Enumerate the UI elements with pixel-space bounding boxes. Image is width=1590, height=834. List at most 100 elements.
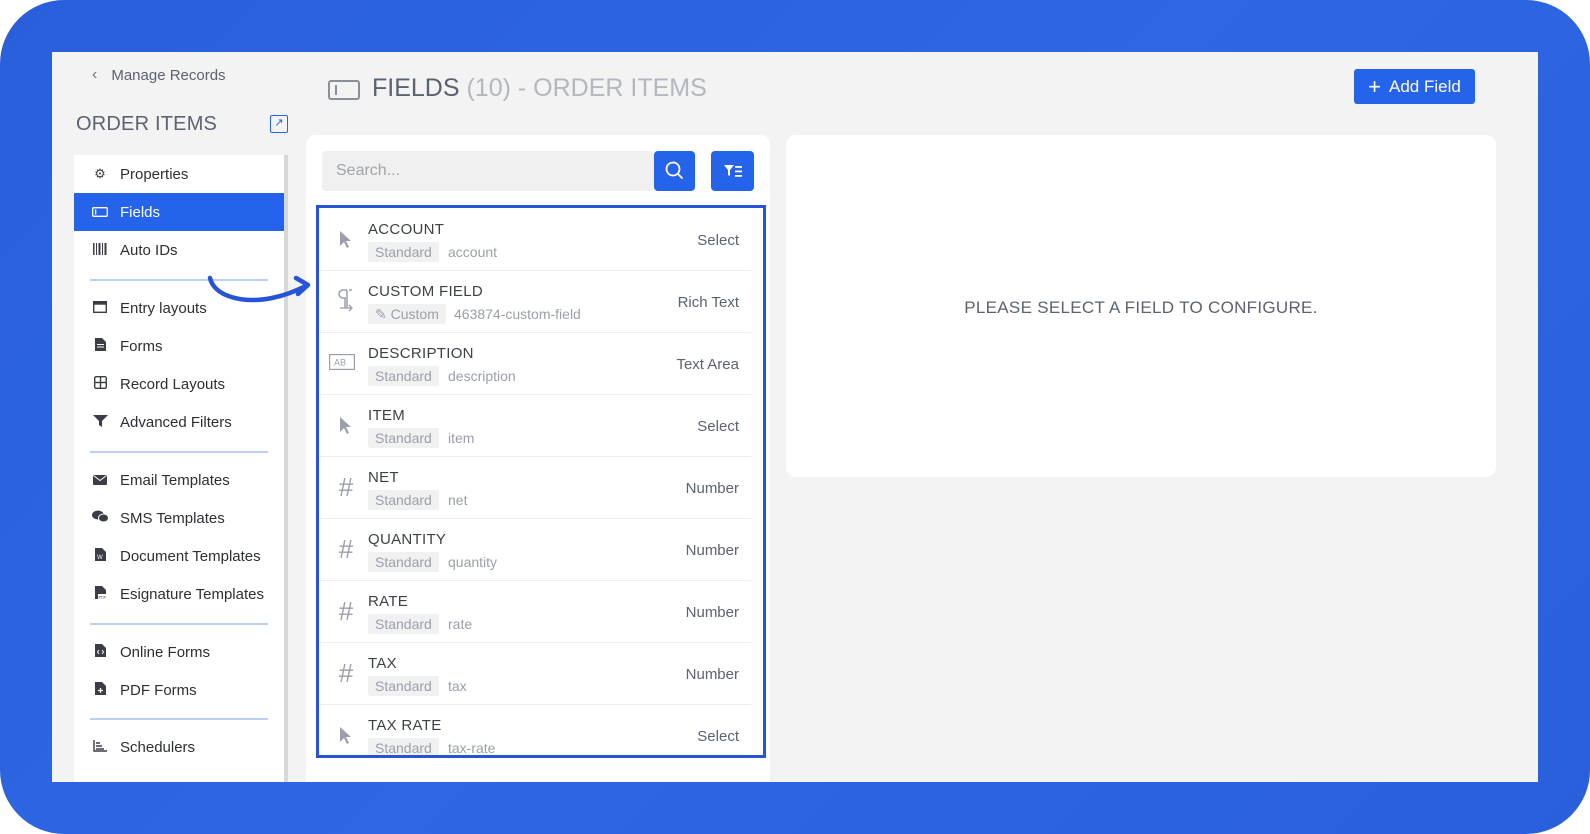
config-panel: PLEASE SELECT A FIELD TO CONFIGURE.: [786, 135, 1496, 477]
sidebar-item-label: Esignature Templates: [120, 585, 264, 603]
add-field-label: Add Field: [1389, 76, 1461, 96]
field-name: TAX: [368, 655, 397, 672]
chat-icon: [92, 510, 109, 526]
field-slug: description: [448, 368, 516, 384]
field-type: Number: [685, 542, 739, 559]
field-row-custom-field[interactable]: CUSTOM FIELD ✎ Custom 463874-custom-fiel…: [319, 270, 751, 333]
page-subtitle: - ORDER ITEMS: [517, 74, 707, 102]
sidebar-item-esignature-templates[interactable]: PDF Esignature Templates: [74, 575, 284, 613]
pdf-add-icon: [92, 682, 108, 698]
screenshot-frame: ‹ Manage Records ORDER ITEMS ↗ ⚙ Propert…: [0, 0, 1590, 834]
sidebar-item-label: Auto IDs: [120, 241, 178, 259]
app-window: ‹ Manage Records ORDER ITEMS ↗ ⚙ Propert…: [52, 52, 1538, 782]
sidebar-item-document-templates[interactable]: W Document Templates: [74, 537, 284, 575]
sidebar-item-label: Email Templates: [120, 471, 230, 489]
layout-icon: [92, 300, 108, 316]
field-row-description[interactable]: AB DESCRIPTION Standard description Text…: [319, 332, 751, 395]
filter-button[interactable]: [711, 151, 754, 191]
sidebar-item-label: Document Templates: [120, 547, 261, 565]
svg-text:PDF: PDF: [98, 595, 106, 600]
field-slug: item: [448, 430, 475, 446]
field-badge: Standard: [368, 552, 439, 572]
sidebar-item-properties[interactable]: ⚙ Properties: [74, 155, 284, 193]
field-name: ACCOUNT: [368, 221, 445, 238]
field-row-item[interactable]: ITEM Standard item Select: [319, 394, 751, 457]
search-input[interactable]: [322, 151, 654, 191]
sidebar-item-advanced-filters[interactable]: Advanced Filters: [74, 403, 284, 441]
page-title-main: FIELDS: [372, 74, 460, 102]
sidebar-item-label: Online Forms: [120, 643, 211, 661]
envelope-icon: [92, 473, 108, 488]
sidebar-item-label: Properties: [120, 165, 189, 183]
field-type: Select: [697, 418, 739, 435]
code-doc-icon: [92, 644, 108, 660]
field-slug: quantity: [448, 554, 498, 570]
divider: [90, 623, 268, 625]
field-slug: rate: [448, 616, 473, 632]
sidebar-item-schedulers[interactable]: Schedulers: [74, 728, 284, 766]
cursor-icon: [333, 412, 359, 438]
field-row-quantity[interactable]: # QUANTITY Standard quantity Number: [319, 518, 751, 581]
field-icon: [328, 80, 360, 100]
field-badge: Standard: [368, 676, 439, 696]
field-type: Select: [697, 728, 739, 745]
field-row-tax-rate[interactable]: TAX RATE Standard tax-rate Select: [319, 704, 751, 756]
chevron-left-icon: ‹: [92, 66, 98, 83]
add-field-button[interactable]: + Add Field: [1354, 69, 1475, 104]
field-slug: tax-rate: [448, 740, 496, 756]
field-slug: net: [448, 492, 468, 508]
filter-icon: [92, 414, 108, 430]
field-name: CUSTOM FIELD: [368, 283, 484, 300]
field-name: RATE: [368, 593, 409, 610]
pilcrow-icon: [333, 288, 359, 314]
cursor-icon: [333, 722, 359, 748]
barcode-icon: [92, 242, 108, 258]
fields-panel: ACCOUNT Standard account Select CUSTOM F…: [306, 135, 770, 782]
field-name: ITEM: [368, 407, 406, 424]
sidebar-item-forms[interactable]: Forms: [74, 327, 284, 365]
field-row-rate[interactable]: # RATE Standard rate Number: [319, 580, 751, 643]
svg-text:AB: AB: [334, 358, 346, 368]
field-row-account[interactable]: ACCOUNT Standard account Select: [319, 208, 751, 271]
sidebar-item-label: Fields: [120, 203, 161, 221]
field-name: QUANTITY: [368, 531, 447, 548]
word-doc-icon: W: [92, 548, 108, 564]
field-name: NET: [368, 469, 399, 486]
sidebar-item-label: Record Layouts: [120, 375, 226, 393]
sidebar-item-online-forms[interactable]: Online Forms: [74, 633, 284, 671]
field-slug: tax: [448, 678, 467, 694]
field-badge-label: Custom: [390, 306, 439, 322]
svg-text:W: W: [97, 555, 103, 561]
field-badge: Standard: [368, 242, 439, 262]
search-button[interactable]: [654, 151, 695, 191]
sidebar-item-record-layouts[interactable]: Record Layouts: [74, 365, 284, 403]
sidebar-item-label: Forms: [120, 337, 163, 355]
sidebar-item-fields[interactable]: Fields: [74, 193, 284, 231]
sidebar-item-sms-templates[interactable]: SMS Templates: [74, 499, 284, 537]
field-badge: Standard: [368, 366, 439, 386]
hash-icon: #: [338, 658, 354, 688]
divider: [90, 718, 268, 720]
sidebar-item-email-templates[interactable]: Email Templates: [74, 461, 284, 499]
search-icon: [665, 161, 683, 179]
field-badge: ✎ Custom: [368, 304, 446, 324]
pdf-doc-icon: PDF: [92, 586, 108, 602]
sidebar-item-pdf-forms[interactable]: PDF Forms: [74, 671, 284, 709]
annotation-arrow-icon: [207, 275, 311, 303]
open-external-icon[interactable]: ↗: [270, 115, 288, 133]
field-row-tax[interactable]: # TAX Standard tax Number: [319, 642, 751, 705]
sidebar-item-label: Advanced Filters: [120, 413, 232, 431]
divider: [90, 451, 268, 453]
field-row-net[interactable]: # NET Standard net Number: [319, 456, 751, 519]
back-link[interactable]: ‹ Manage Records: [92, 66, 226, 84]
field-type: Select: [697, 232, 739, 249]
sidebar: ⚙ Properties Fields Auto IDs Entry layou…: [74, 155, 288, 782]
hash-icon: #: [338, 472, 354, 502]
pencil-icon: ✎: [375, 306, 391, 322]
sidebar-item-label: Entry layouts: [120, 299, 207, 317]
filter-list-icon: [724, 165, 742, 177]
field-slug: 463874-custom-field: [454, 306, 581, 322]
sidebar-item-auto-ids[interactable]: Auto IDs: [74, 231, 284, 269]
plus-icon: +: [1368, 73, 1382, 99]
field-icon: [92, 205, 108, 220]
